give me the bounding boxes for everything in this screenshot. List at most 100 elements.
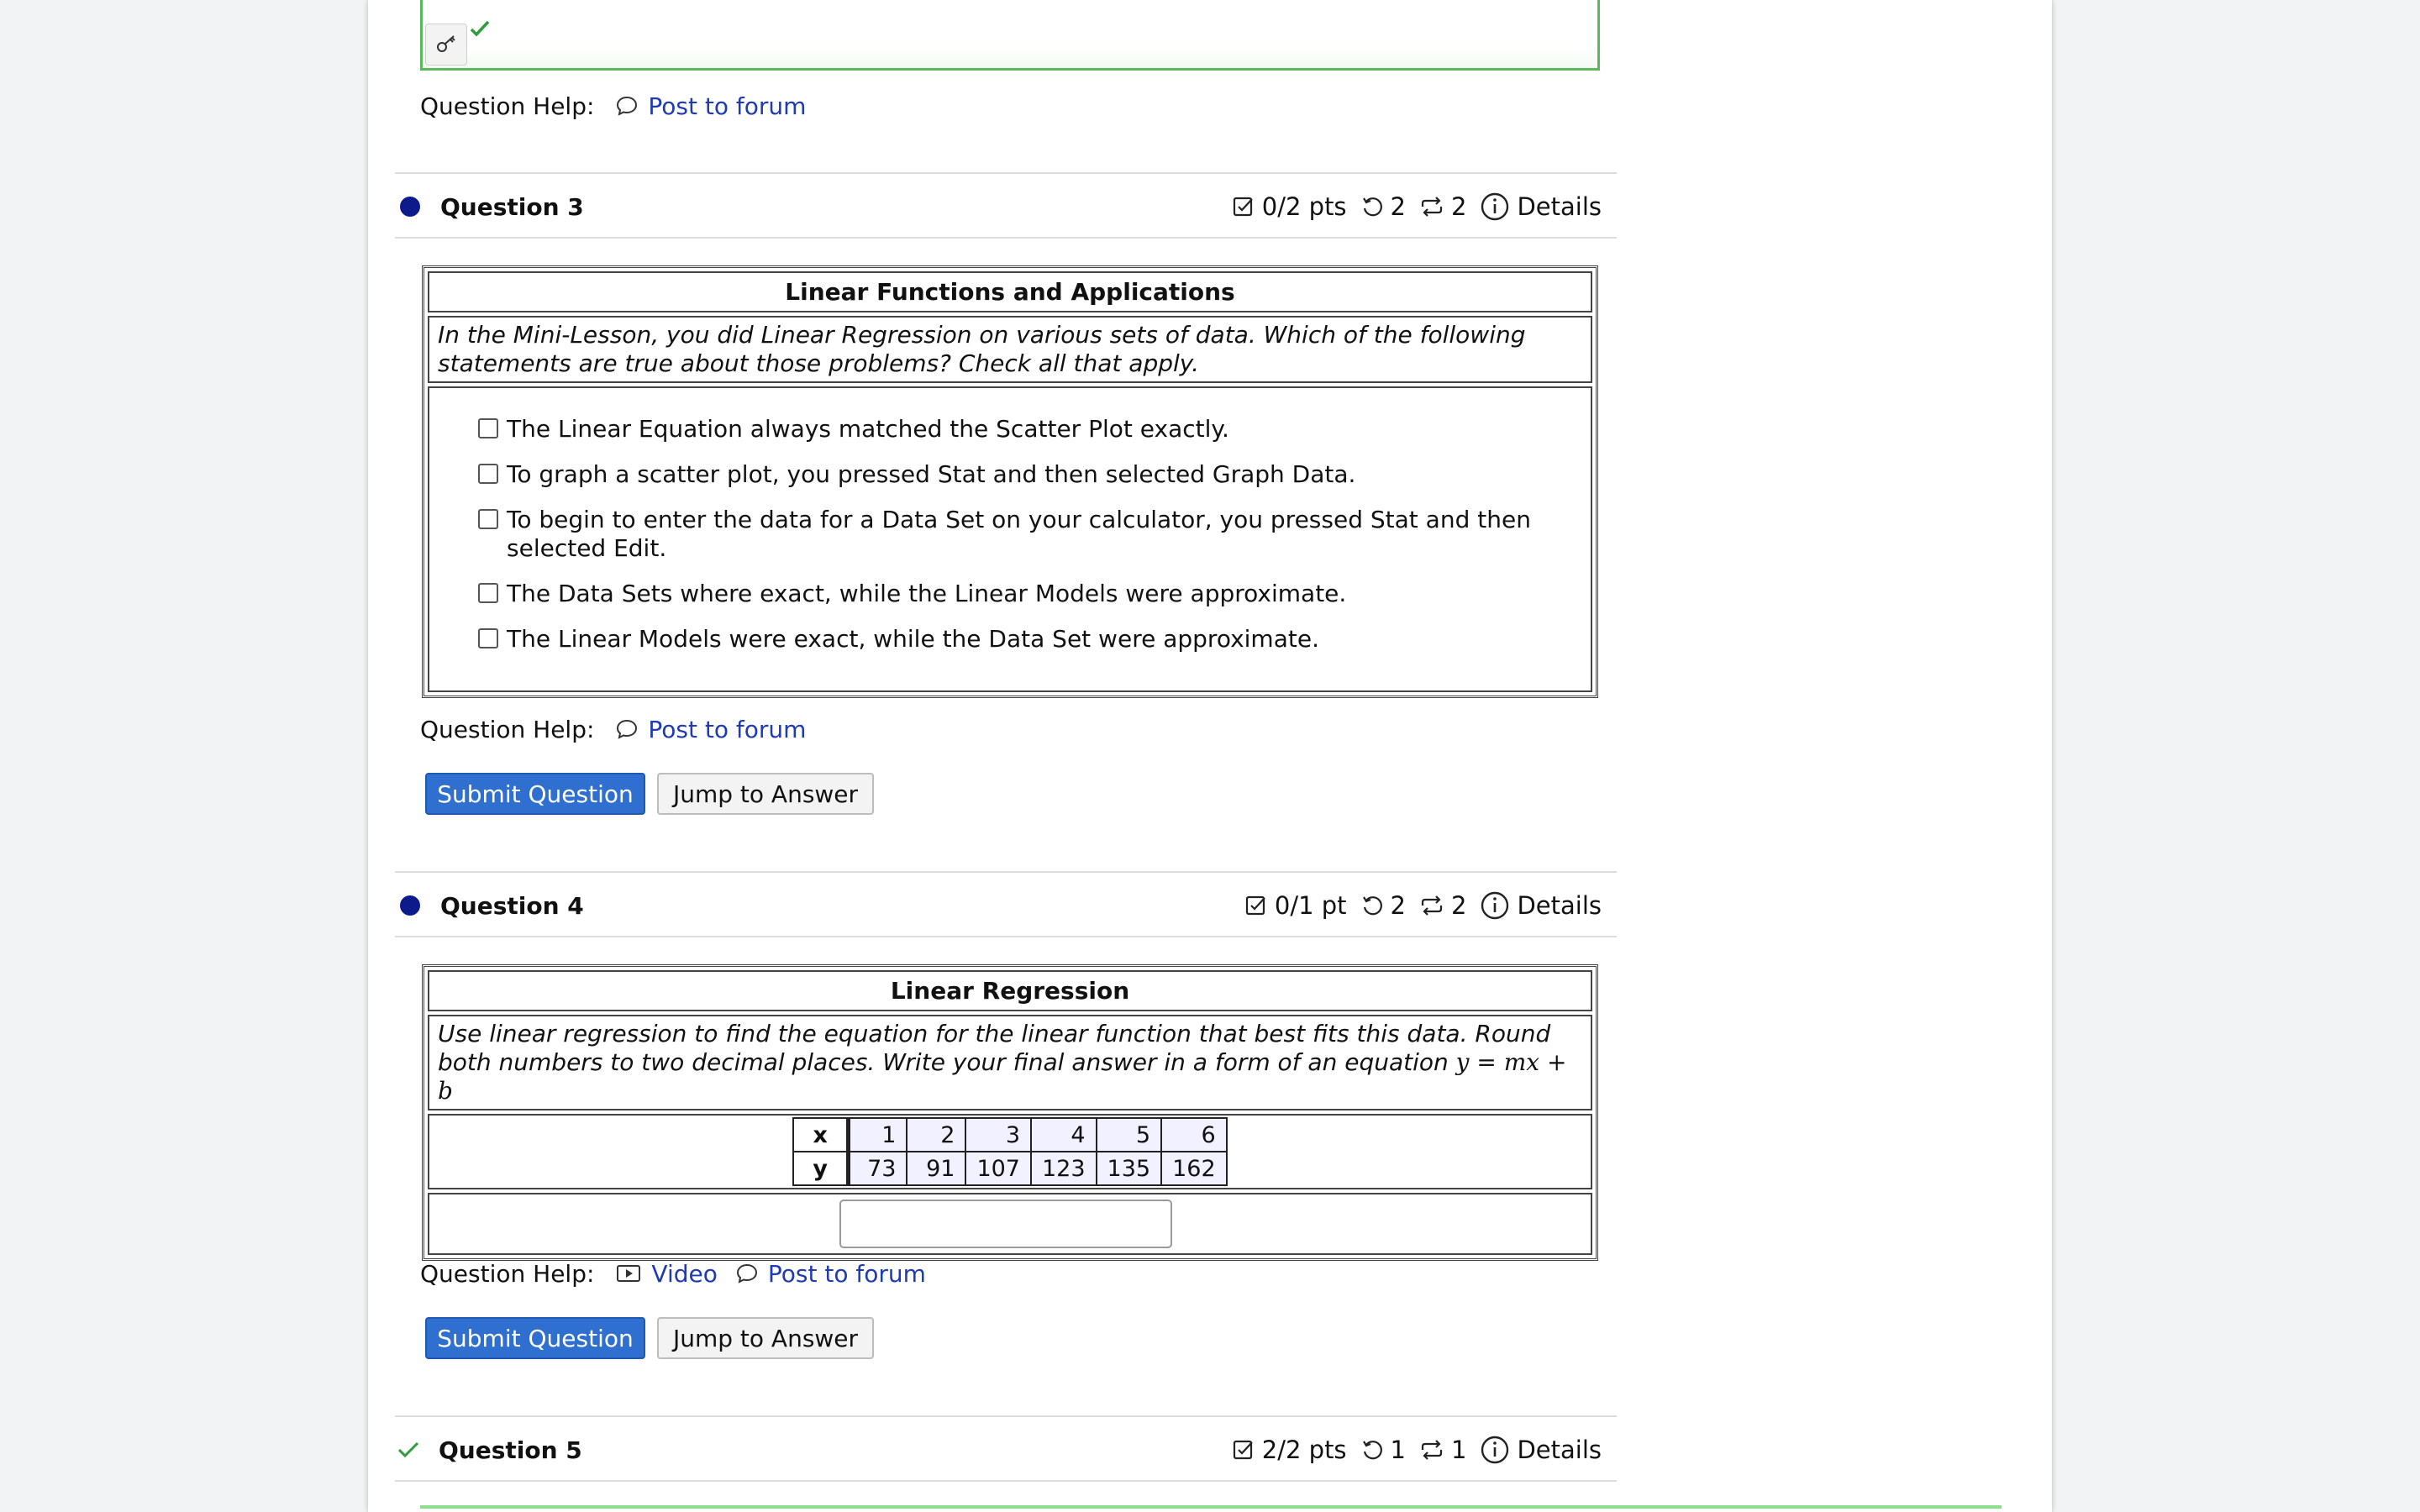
- points-indicator: 0/2 pts: [1232, 192, 1347, 221]
- speech-bubble-icon: [736, 1263, 757, 1284]
- choice-1-checkbox[interactable]: [478, 418, 498, 438]
- info-icon: [1481, 891, 1509, 920]
- question-4-box-title: Linear Regression: [890, 977, 1130, 1005]
- question-3-header[interactable]: Question 3 0/2 pts 2 2 Details: [395, 176, 1617, 237]
- retries-indicator: 1: [1360, 1436, 1406, 1464]
- question-help-row: Question Help: Post to forum: [420, 712, 824, 746]
- video-link[interactable]: Video: [616, 1259, 718, 1288]
- speech-bubble-icon: [617, 719, 638, 739]
- divider: [395, 172, 1617, 174]
- video-label: Video: [651, 1259, 718, 1288]
- points-indicator: 0/1 pt: [1244, 891, 1347, 920]
- table-row-x: x 1 2 3 4 5 6: [792, 1117, 1228, 1152]
- question-4-retries: 2: [1390, 891, 1406, 920]
- jump-to-answer-button[interactable]: Jump to Answer: [657, 1317, 874, 1359]
- checkbox-score-icon: [1233, 1440, 1253, 1460]
- question-3-choices: The Linear Equation always matched the S…: [428, 386, 1592, 692]
- question-4-title-row: Linear Regression: [428, 970, 1592, 1011]
- post-to-forum-label: Post to forum: [767, 1259, 926, 1288]
- question-4-meta: 0/1 pt 2 2 Details: [1231, 890, 1602, 921]
- question-3-meta: 0/2 pts 2 2 Details: [1218, 192, 1602, 222]
- answer-input[interactable]: [839, 1200, 1172, 1248]
- question-3-retries: 2: [1390, 192, 1406, 221]
- undo-icon: [1362, 896, 1382, 916]
- divider: [395, 237, 1617, 239]
- choice-5-checkbox[interactable]: [478, 628, 498, 648]
- question-5-versions: 1: [1451, 1436, 1467, 1464]
- post-to-forum-link[interactable]: Post to forum: [616, 92, 806, 120]
- question-3-box-title: Linear Functions and Applications: [785, 278, 1235, 306]
- details-label: Details: [1517, 891, 1602, 920]
- x-cell: 5: [1095, 1117, 1163, 1152]
- x-header: x: [792, 1117, 850, 1152]
- details-toggle[interactable]: Details: [1480, 192, 1602, 222]
- y-cell: 107: [965, 1151, 1032, 1186]
- checkbox-score-icon: [1233, 197, 1253, 217]
- question-help-label: Question Help:: [420, 92, 595, 120]
- question-3-points: 0/2 pts: [1261, 192, 1347, 221]
- repeat-icon: [1421, 197, 1443, 217]
- question-4-points: 0/1 pt: [1274, 891, 1347, 920]
- question-4-prompt: Use linear regression to find the equati…: [429, 1016, 1591, 1109]
- choice-4-checkbox[interactable]: [478, 583, 498, 603]
- video-icon: [617, 1265, 641, 1282]
- retries-indicator: 2: [1360, 891, 1406, 920]
- divider: [395, 936, 1617, 937]
- choice-2[interactable]: To graph a scatter plot, you pressed Sta…: [478, 460, 1557, 489]
- question-help-label: Question Help:: [420, 1259, 595, 1288]
- details-toggle[interactable]: Details: [1480, 1435, 1602, 1465]
- unanswered-dot-icon: [400, 197, 420, 217]
- question-4-prompt-text: Use linear regression to find the equati…: [438, 1020, 1551, 1076]
- info-icon: [1481, 192, 1509, 221]
- submit-question-button[interactable]: Submit Question: [425, 773, 645, 815]
- choice-5-label: The Linear Models were exact, while the …: [507, 625, 1319, 653]
- choice-3-label: To begin to enter the data for a Data Se…: [507, 506, 1531, 562]
- choice-2-checkbox[interactable]: [478, 464, 498, 484]
- details-label: Details: [1517, 192, 1602, 221]
- data-table: x 1 2 3 4 5 6 y 73 91 107 123 135 162: [792, 1117, 1228, 1186]
- assignment-page: Question Help: Post to forum Question 3 …: [368, 0, 2052, 1512]
- post-to-forum-link[interactable]: Post to forum: [616, 716, 806, 743]
- correct-check-icon: [397, 1441, 419, 1458]
- choice-4-label: The Data Sets where exact, while the Lin…: [507, 580, 1347, 607]
- choice-3-checkbox[interactable]: [478, 509, 498, 529]
- post-to-forum-link[interactable]: Post to forum: [736, 1260, 926, 1288]
- question-5-points: 2/2 pts: [1261, 1436, 1347, 1464]
- undo-icon: [1362, 1441, 1382, 1460]
- jump-to-answer-button[interactable]: Jump to Answer: [657, 773, 874, 815]
- info-icon: [1481, 1436, 1509, 1464]
- question-4-prompt-row: Use linear regression to find the equati…: [428, 1015, 1592, 1110]
- question-3-title-row: Linear Functions and Applications: [428, 271, 1592, 312]
- choice-4[interactable]: The Data Sets where exact, while the Lin…: [478, 580, 1557, 608]
- post-to-forum-label: Post to forum: [648, 715, 807, 743]
- points-indicator: 2/2 pts: [1232, 1436, 1347, 1464]
- submit-question-button[interactable]: Submit Question: [425, 1317, 645, 1359]
- y-cell: 135: [1095, 1151, 1163, 1186]
- question-help-row: Question Help: Post to forum: [420, 89, 824, 123]
- y-cell: 91: [906, 1151, 967, 1186]
- question-5-header[interactable]: Question 5 2/2 pts 1 1 Details: [395, 1420, 1617, 1480]
- details-label: Details: [1517, 1436, 1602, 1464]
- question-help-label: Question Help:: [420, 715, 595, 743]
- versions-indicator: 1: [1419, 1436, 1466, 1464]
- question-5-answer-box: [420, 1505, 2002, 1512]
- question-3-box: Linear Functions and Applications In the…: [422, 265, 1598, 698]
- key-button[interactable]: [425, 24, 467, 66]
- x-cell: 6: [1160, 1117, 1228, 1152]
- post-to-forum-label: Post to forum: [648, 92, 807, 120]
- question-4-header[interactable]: Question 4 0/1 pt 2 2 Details: [395, 875, 1617, 936]
- repeat-icon: [1421, 1440, 1443, 1460]
- choice-1-label: The Linear Equation always matched the S…: [507, 415, 1229, 443]
- choice-1[interactable]: The Linear Equation always matched the S…: [478, 415, 1557, 444]
- y-header: y: [792, 1151, 850, 1186]
- repeat-icon: [1421, 895, 1443, 916]
- choice-5[interactable]: The Linear Models were exact, while the …: [478, 625, 1557, 654]
- x-cell: 3: [965, 1117, 1032, 1152]
- speech-bubble-icon: [617, 96, 638, 116]
- choice-3[interactable]: To begin to enter the data for a Data Se…: [478, 506, 1557, 563]
- divider: [395, 871, 1617, 873]
- previous-answer-box: [420, 0, 1600, 71]
- details-toggle[interactable]: Details: [1480, 890, 1602, 921]
- unanswered-dot-icon: [400, 895, 420, 916]
- question-3-title: Question 3: [440, 192, 584, 221]
